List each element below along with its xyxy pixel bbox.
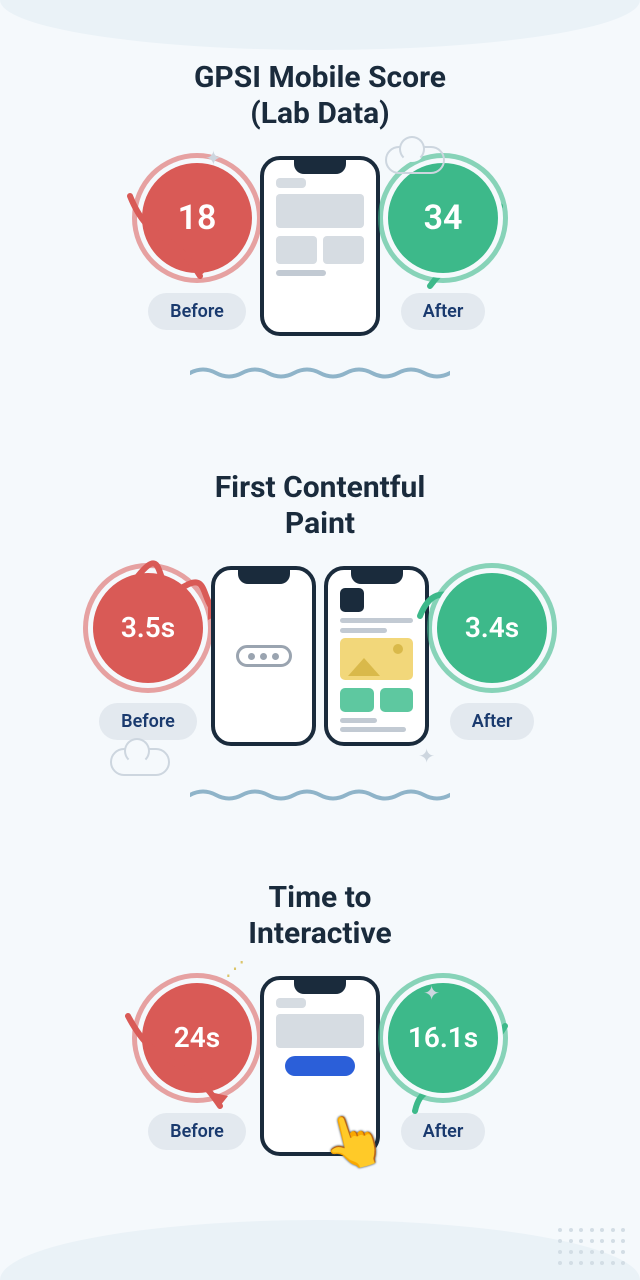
section-fcp: First Contentful Paint 3.5s Before bbox=[0, 470, 640, 802]
section-title: First Contentful Paint bbox=[215, 470, 426, 542]
phone-loaded-icon bbox=[324, 566, 429, 746]
dot-grid-decoration bbox=[558, 1228, 628, 1268]
after-value-badge: 16.1s bbox=[388, 983, 498, 1093]
after-label-pill: After bbox=[401, 1113, 486, 1150]
before-label-pill: Before bbox=[99, 703, 197, 740]
phone-interactive-icon: 👆 bbox=[260, 976, 380, 1156]
section-gpsi: GPSI Mobile Score (Lab Data) 18 Before bbox=[0, 60, 640, 380]
before-value: 18 bbox=[178, 198, 217, 238]
sparkle-icon: ⋰ bbox=[225, 956, 245, 980]
after-column: 16.1s After bbox=[388, 983, 498, 1150]
before-column: 3.5s Before bbox=[93, 573, 203, 740]
before-value: 24s bbox=[174, 1021, 220, 1054]
metric-row: 18 Before 34 After ✦ bbox=[0, 156, 640, 336]
sparkle-icon: ✦ bbox=[423, 981, 440, 1005]
after-column: 3.4s After bbox=[437, 573, 547, 740]
sparkle-icon: ✦ bbox=[418, 744, 435, 768]
pointer-hand-icon: 👆 bbox=[314, 1104, 392, 1180]
metric-row: 24s Before 👆 16.1s After ⋰ ✦ bbox=[0, 976, 640, 1156]
before-label-pill: Before bbox=[148, 293, 246, 330]
after-label-pill: After bbox=[450, 703, 535, 740]
section-title: GPSI Mobile Score (Lab Data) bbox=[194, 60, 446, 132]
after-value: 34 bbox=[424, 198, 463, 238]
phone-loading-icon bbox=[211, 566, 316, 746]
after-value-badge: 3.4s bbox=[437, 573, 547, 683]
after-value: 3.4s bbox=[465, 611, 519, 644]
after-value: 16.1s bbox=[408, 1021, 478, 1054]
sparkle-icon: ✦ bbox=[205, 146, 222, 170]
before-value-badge: 3.5s bbox=[93, 573, 203, 683]
before-label-pill: Before bbox=[148, 1113, 246, 1150]
before-column: 24s Before bbox=[142, 983, 252, 1150]
before-value-badge: 24s bbox=[142, 983, 252, 1093]
section-tti: Time to Interactive 24s Before 👆 16.1s bbox=[0, 880, 640, 1156]
after-label-pill: After bbox=[401, 293, 486, 330]
section-title: Time to Interactive bbox=[248, 880, 391, 952]
wavy-divider-icon bbox=[190, 366, 450, 380]
top-wave-decoration bbox=[0, 0, 640, 50]
after-column: 34 After bbox=[388, 163, 498, 330]
cloud-icon bbox=[385, 146, 445, 174]
before-column: 18 Before bbox=[142, 163, 252, 330]
phone-wireframe-icon bbox=[260, 156, 380, 336]
before-value: 3.5s bbox=[121, 611, 175, 644]
after-value-badge: 34 bbox=[388, 163, 498, 273]
wavy-divider-icon bbox=[190, 788, 450, 802]
phone-pair-icon bbox=[211, 566, 429, 746]
cloud-icon bbox=[110, 748, 170, 776]
before-value-badge: 18 bbox=[142, 163, 252, 273]
metric-row: 3.5s Before bbox=[0, 566, 640, 746]
bottom-wave-decoration bbox=[0, 1220, 640, 1280]
